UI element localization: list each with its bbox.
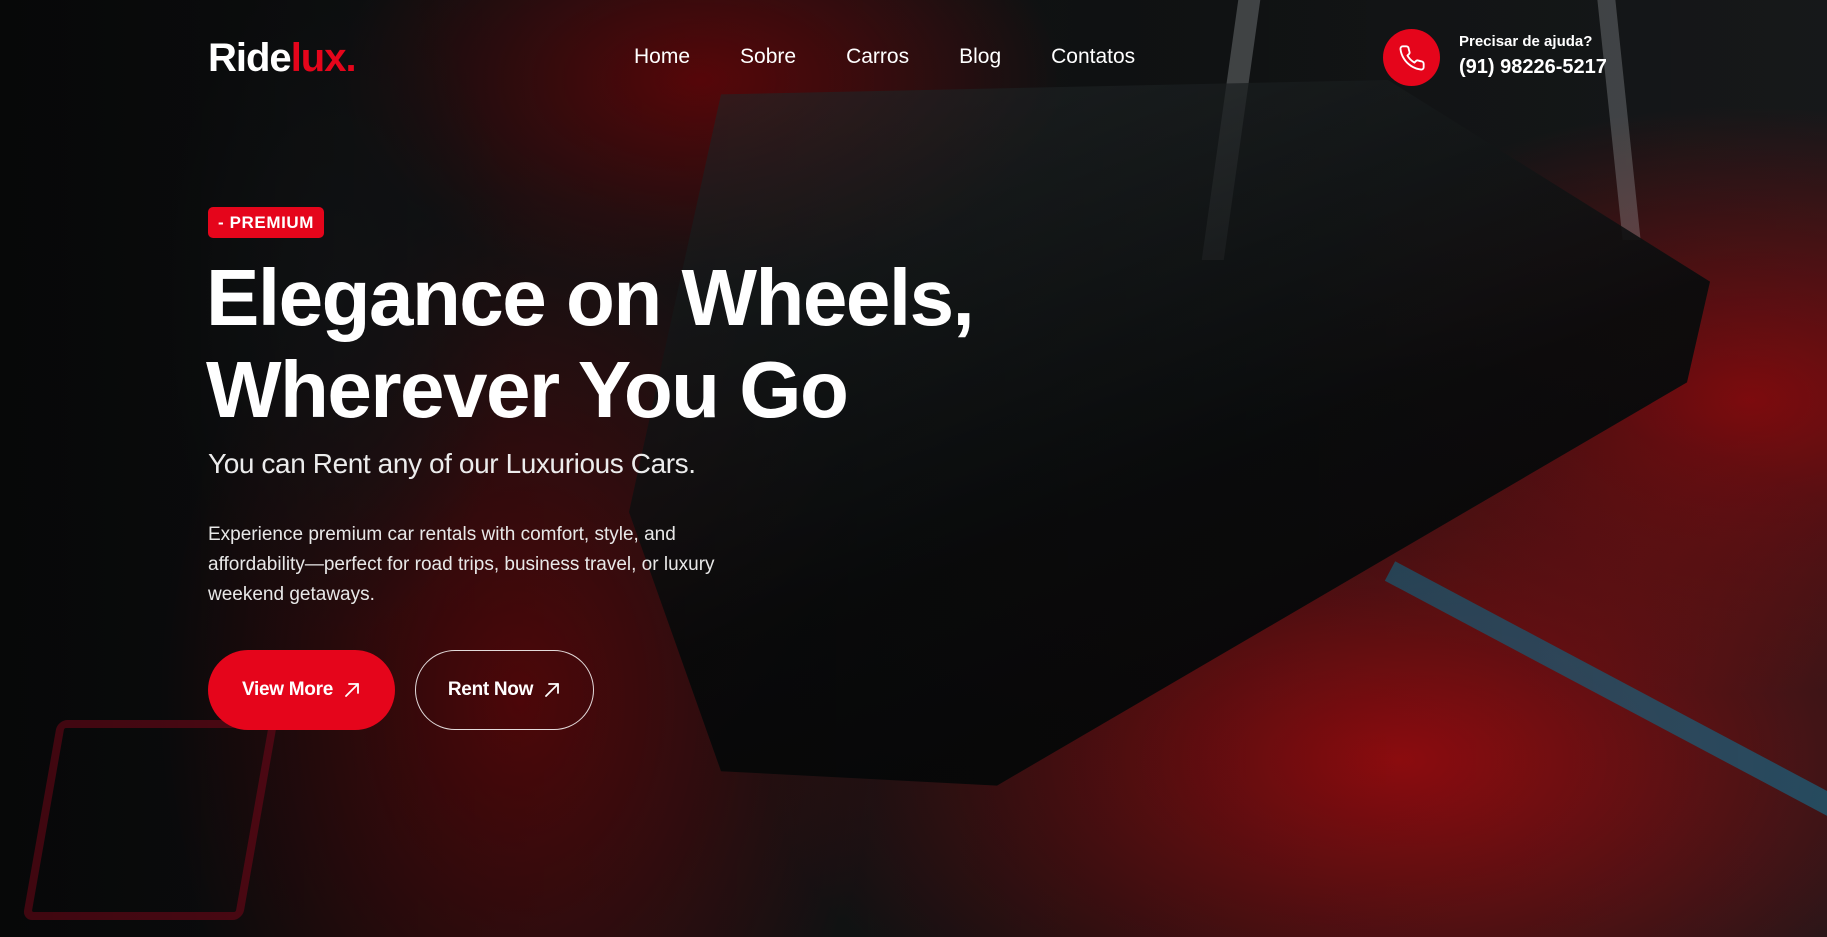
arrow-up-right-icon (343, 681, 361, 699)
hero-subtitle: You can Rent any of our Luxurious Cars. (208, 448, 696, 479)
rent-now-label: Rent Now (447, 679, 534, 700)
phone-icon (1399, 44, 1425, 70)
rent-now-button[interactable]: Rent Now (415, 650, 594, 730)
site-header: Ridelux. Home Sobre Carros Blog Contatos… (0, 0, 1827, 110)
nav-item-carros[interactable]: Carros (846, 44, 909, 70)
hero-description: Experience premium car rentals with comf… (208, 524, 715, 605)
nav-item-sobre[interactable]: Sobre (740, 44, 796, 70)
logo-dot: . (345, 36, 356, 80)
arrow-up-right-icon (543, 681, 561, 699)
view-more-button[interactable]: View More (208, 650, 395, 730)
main-nav: Home Sobre Carros Blog Contatos (634, 44, 1135, 70)
logo-main: Ride (208, 36, 292, 80)
hero-title-line-2: Wherever You Go (206, 345, 849, 434)
nav-item-blog[interactable]: Blog (959, 44, 1001, 70)
nav-item-home[interactable]: Home (634, 44, 690, 70)
help-phone-number[interactable]: (91) 98226-5217 (1459, 54, 1607, 80)
phone-button[interactable] (1383, 29, 1440, 86)
hero-title-line-1: Elegance on Wheels, (206, 253, 975, 342)
logo-accent: lux (290, 36, 347, 80)
hero-title: Elegance on Wheels, Wherever You Go (206, 252, 1106, 436)
nav-item-contatos[interactable]: Contatos (1051, 44, 1135, 70)
premium-badge: - PREMIUM (208, 207, 325, 238)
help-label: Precisar de ajuda? (1459, 33, 1593, 50)
view-more-label: View More (242, 679, 333, 700)
logo[interactable]: Ridelux. (208, 34, 357, 82)
